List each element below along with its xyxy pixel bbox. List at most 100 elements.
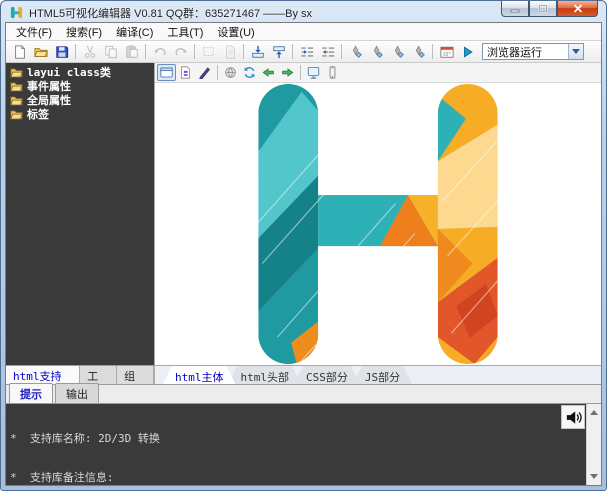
paste-icon xyxy=(125,45,139,59)
desktop-view-button[interactable] xyxy=(304,64,323,81)
new-button[interactable] xyxy=(9,42,30,61)
import-icon xyxy=(251,45,265,59)
outdent-icon xyxy=(321,45,335,59)
menu-compile[interactable]: 编译(C) xyxy=(109,22,160,42)
redo-icon xyxy=(174,45,188,59)
tab-output[interactable]: 输出 xyxy=(55,383,99,403)
speaker-button[interactable] xyxy=(561,405,585,429)
console-line: * 支持库名称: 2D/3D 转换 xyxy=(10,432,582,445)
tab-html-body[interactable]: html主体 xyxy=(163,366,236,384)
format-sparkle-icon xyxy=(370,45,384,59)
run-target-value: 浏览器运行 xyxy=(483,44,542,60)
sidebar-tab-bar: html支持库 工程 组件 xyxy=(6,365,154,384)
tree-item-tags[interactable]: 标签 xyxy=(6,107,154,121)
save-button[interactable] xyxy=(51,42,72,61)
main-toolbar: 浏览器运行 xyxy=(6,41,601,63)
format-sparkle-icon xyxy=(412,45,426,59)
tree-item-event-attrs[interactable]: 事件属性 xyxy=(6,79,154,93)
editor-tab-bar: html主体 html头部 CSS部分 JS部分 xyxy=(155,365,601,384)
format-sparkle-icon xyxy=(349,45,363,59)
format-1-button[interactable] xyxy=(345,42,366,61)
tab-html-support-lib[interactable]: html支持库 xyxy=(6,366,80,384)
open-folder-icon xyxy=(34,45,48,59)
output-console: * 支持库名称: 2D/3D 转换 * 支持库备注信息: 官方支持库 xyxy=(6,404,586,485)
tab-css-section[interactable]: CSS部分 xyxy=(294,366,360,384)
output-body: * 支持库名称: 2D/3D 转换 * 支持库备注信息: 官方支持库 xyxy=(6,403,601,485)
format-3-button[interactable] xyxy=(387,42,408,61)
run-play-icon xyxy=(461,45,475,59)
app-frame: 文件(F) 搜索(F) 编译(C) 工具(T) 设置(U) xyxy=(5,22,602,486)
toolbar-separator xyxy=(341,44,342,59)
indent-button[interactable] xyxy=(296,42,317,61)
tree-item-global-attrs[interactable]: 全局属性 xyxy=(6,93,154,107)
export-button[interactable] xyxy=(268,42,289,61)
caption-buttons xyxy=(501,1,598,17)
scroll-up-icon[interactable] xyxy=(590,406,598,415)
folder-icon xyxy=(10,94,23,107)
select-all-button[interactable] xyxy=(198,42,219,61)
import-button[interactable] xyxy=(247,42,268,61)
tab-components[interactable]: 组件 xyxy=(117,366,154,384)
phone-icon xyxy=(326,66,339,79)
page-code-button[interactable] xyxy=(176,64,195,81)
tree-item-label: 标签 xyxy=(27,106,49,122)
scroll-down-icon[interactable] xyxy=(590,474,598,483)
maximize-button[interactable] xyxy=(529,1,557,17)
menu-file[interactable]: 文件(F) xyxy=(9,22,59,42)
outdent-button[interactable] xyxy=(317,42,338,61)
component-grid-button[interactable] xyxy=(436,42,457,61)
back-button[interactable] xyxy=(259,64,278,81)
folder-icon xyxy=(10,80,23,93)
support-library-tree: layui class类 事件属性 全局属性 标签 xyxy=(6,63,154,365)
redo-button[interactable] xyxy=(170,42,191,61)
forward-button[interactable] xyxy=(278,64,297,81)
export-icon xyxy=(272,45,286,59)
selection-icon xyxy=(202,45,216,59)
menu-search[interactable]: 搜索(F) xyxy=(59,22,109,42)
menu-settings[interactable]: 设置(U) xyxy=(210,22,261,42)
mobile-view-button[interactable] xyxy=(323,64,342,81)
tab-project[interactable]: 工程 xyxy=(80,366,117,384)
copy-button[interactable] xyxy=(100,42,121,61)
output-scrollbar[interactable] xyxy=(586,404,601,485)
open-button[interactable] xyxy=(30,42,51,61)
run-button[interactable] xyxy=(457,42,478,61)
toolbar-separator xyxy=(75,44,76,59)
refresh-button[interactable] xyxy=(240,64,259,81)
close-button[interactable] xyxy=(557,1,598,17)
cut-button[interactable] xyxy=(79,42,100,61)
toolbar-separator xyxy=(194,44,195,59)
new-file-icon xyxy=(13,45,27,59)
minimize-icon xyxy=(510,4,520,13)
close-icon xyxy=(573,4,583,13)
editor-toolbar xyxy=(155,63,601,83)
browser-window-icon xyxy=(160,66,173,79)
folder-icon xyxy=(10,66,23,79)
forward-arrow-icon xyxy=(281,66,294,79)
refresh-icon xyxy=(243,66,256,79)
app-icon xyxy=(9,5,24,20)
content-area: layui class类 事件属性 全局属性 标签 xyxy=(6,63,601,384)
output-tab-bar: 提示 输出 xyxy=(6,385,601,403)
dropdown-arrow-icon xyxy=(568,44,583,59)
minimize-button[interactable] xyxy=(501,1,529,17)
draw-pointer-button[interactable] xyxy=(195,64,214,81)
format-2-button[interactable] xyxy=(366,42,387,61)
tab-js-section[interactable]: JS部分 xyxy=(353,366,412,384)
snippet-button[interactable] xyxy=(219,42,240,61)
paste-button[interactable] xyxy=(121,42,142,61)
tab-html-head[interactable]: html头部 xyxy=(229,366,302,384)
home-button[interactable] xyxy=(221,64,240,81)
console-line: * 支持库备注信息: xyxy=(10,471,582,484)
undo-button[interactable] xyxy=(149,42,170,61)
back-arrow-icon xyxy=(262,66,275,79)
tree-item-layui-class[interactable]: layui class类 xyxy=(6,65,154,79)
browser-preview-button[interactable] xyxy=(157,64,176,81)
run-target-select[interactable]: 浏览器运行 xyxy=(482,43,584,60)
toolbar-separator xyxy=(432,44,433,59)
format-4-button[interactable] xyxy=(408,42,429,61)
menu-tools[interactable]: 工具(T) xyxy=(160,22,210,42)
globe-icon xyxy=(224,66,237,79)
save-icon xyxy=(55,45,69,59)
tab-hints[interactable]: 提示 xyxy=(9,383,53,403)
